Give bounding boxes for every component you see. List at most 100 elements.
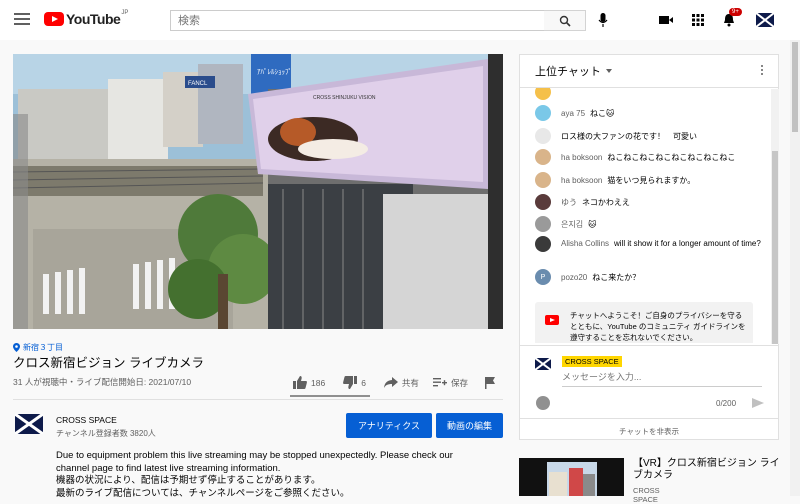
youtube-play-icon xyxy=(44,12,64,26)
scrollbar-thumb[interactable] xyxy=(792,42,798,132)
logo-text: YouTube xyxy=(66,11,121,27)
chat-text: ねこ🐱 xyxy=(590,109,615,118)
user-avatar[interactable] xyxy=(535,194,551,210)
youtube-logo-icon xyxy=(545,315,559,325)
store-sign-text: FANCL xyxy=(188,81,208,87)
user-avatar[interactable] xyxy=(535,216,551,232)
hide-chat-button[interactable]: チャットを非表示 xyxy=(520,418,778,437)
save-button[interactable]: 保存 xyxy=(432,377,468,389)
chat-author[interactable]: ha boksoon xyxy=(561,176,602,185)
user-avatar[interactable] xyxy=(535,105,551,121)
chat-composer: CROSS SPACE 0/200 チャットを非表示 xyxy=(520,345,778,440)
chat-text: ねこ来たか？ xyxy=(592,273,641,282)
chat-scrollbar[interactable] xyxy=(771,89,779,344)
channel-name[interactable]: CROSS SPACE xyxy=(56,415,117,425)
building-sign-text: ｱﾊﾟﾚﾙｼｮｯﾌﾟ xyxy=(257,68,292,76)
chat-author[interactable]: ゆう xyxy=(561,198,577,207)
chat-message-input[interactable] xyxy=(562,372,762,382)
screen-caption: CROSS SHINJUKU VISION xyxy=(313,95,376,101)
chat-welcome-message: チャットへようこそ！ご自身のプライバシーを守るとともに、YouTube のコミュ… xyxy=(535,302,753,343)
logo-region: JP xyxy=(121,10,129,16)
scrollbar-thumb[interactable] xyxy=(772,151,778,344)
chat-messages: aya 75 ねこ🐱 ロス様の大ファンの花です！ 可愛い ha boksoon ねこ… xyxy=(520,88,770,343)
chat-author[interactable]: ha boksoon xyxy=(561,153,602,162)
share-label: 共有 xyxy=(401,377,419,388)
chat-text: ロス様の大ファンの花です！ 可愛い xyxy=(561,132,697,141)
chat-text: 🐱 xyxy=(588,220,597,229)
video-player[interactable]: ｱﾊﾟﾚﾙｼｮｯﾌﾟ FANCL CROSS SHINJUKU VISION xyxy=(13,54,503,329)
chat-text: will it show it for a longer amount of t… xyxy=(614,239,761,248)
location-pin-icon xyxy=(13,343,20,352)
user-avatar[interactable] xyxy=(535,128,551,144)
dislike-button[interactable]: 6 xyxy=(343,376,366,389)
video-actions: 186 6 共有 保存 xyxy=(293,376,496,389)
emoji-picker-icon[interactable] xyxy=(536,396,550,410)
user-avatar[interactable] xyxy=(535,236,551,252)
chat-header: 上位チャット xyxy=(520,55,778,88)
chat-message: ロス様の大ファンの花です！ 可愛い xyxy=(535,128,770,144)
welcome-text: チャットへようこそ！ご自身のプライバシーを守るとともに、YouTube のコミュ… xyxy=(570,311,746,342)
youtube-logo[interactable]: YouTube JP xyxy=(44,10,129,27)
thumbs-up-icon xyxy=(293,376,307,389)
share-icon xyxy=(383,377,398,388)
search-input[interactable] xyxy=(171,11,544,31)
dropdown-caret-icon[interactable] xyxy=(605,69,612,73)
account-avatar[interactable] xyxy=(756,13,774,27)
video-title: クロス新宿ビジョン ライブカメラ xyxy=(13,356,204,370)
chat-message: ゆう ネコかわええ xyxy=(535,194,770,210)
report-flag-icon[interactable] xyxy=(484,376,496,389)
chat-message: aya 75 ねこ🐱 xyxy=(535,105,770,121)
dislike-count: 6 xyxy=(361,377,366,388)
live-camera-frame: ｱﾊﾟﾚﾙｼｮｯﾌﾟ FANCL CROSS SHINJUKU VISION xyxy=(13,54,503,329)
video-description: Due to equipment problem this live strea… xyxy=(56,450,466,500)
save-label: 保存 xyxy=(450,377,468,388)
chat-mode-dropdown[interactable]: 上位チャット xyxy=(535,63,601,79)
chat-text: 猫をいつ見られますか。 xyxy=(607,176,696,185)
notification-badge: 9+ xyxy=(729,8,742,16)
search-box xyxy=(170,10,545,31)
recommended-channel[interactable]: CROSS SPACE xyxy=(633,486,660,504)
description-line: Due to equipment problem this live strea… xyxy=(56,450,453,461)
thumbs-down-icon xyxy=(343,376,358,389)
edit-video-button[interactable]: 動画の編集 xyxy=(436,413,503,438)
chat-message: ha boksoon ねこねこねこねこねこねこねこねこ xyxy=(535,149,770,165)
page-scrollbar[interactable] xyxy=(790,40,800,496)
user-avatar xyxy=(535,358,551,370)
user-avatar xyxy=(535,88,551,100)
top-bar: YouTube JP 9+ xyxy=(0,0,800,40)
hamburger-menu-icon[interactable] xyxy=(14,13,30,27)
video-meta: 31 人が視聴中・ライブ配信開始日: 2021/07/10 xyxy=(13,377,192,387)
chat-text: ねこねこねこねこねこねこねこねこ xyxy=(607,153,736,162)
subscriber-count: チャンネル登録者数 3820人 xyxy=(56,429,156,438)
search-icon xyxy=(559,15,571,27)
chat-author[interactable]: aya 75 xyxy=(561,109,585,118)
description-line: 最新のライブ配信については、チャンネルページをご参照ください。 xyxy=(56,487,350,499)
chat-message: P pozo20 ねこ来たか？ xyxy=(535,269,770,285)
send-icon[interactable] xyxy=(752,398,764,408)
share-button[interactable]: 共有 xyxy=(383,377,419,389)
search-button[interactable] xyxy=(544,10,586,31)
video-thumbnail[interactable] xyxy=(519,458,624,496)
chat-text: ネコかわええ xyxy=(582,198,630,207)
analytics-button[interactable]: アナリティクス xyxy=(346,413,432,438)
chat-message: 은지김 🐱 xyxy=(535,216,770,232)
like-ratio-bar xyxy=(290,395,370,397)
chat-author[interactable]: 은지김 xyxy=(561,220,583,229)
microphone-icon[interactable] xyxy=(598,13,608,28)
create-video-icon[interactable] xyxy=(658,12,674,28)
user-avatar[interactable]: P xyxy=(535,269,551,285)
apps-grid-icon[interactable] xyxy=(690,12,706,28)
like-button[interactable]: 186 xyxy=(293,376,325,389)
divider xyxy=(13,399,503,400)
user-avatar[interactable] xyxy=(535,172,551,188)
more-options-icon[interactable] xyxy=(761,65,764,77)
chat-author[interactable]: Alisha Collins xyxy=(561,239,609,248)
channel-avatar[interactable] xyxy=(15,414,43,434)
chat-author[interactable]: pozo20 xyxy=(561,273,587,282)
recommended-title[interactable]: 【VR】クロス新宿ビジョン ライブカメラ xyxy=(633,458,783,482)
input-underline xyxy=(562,386,762,387)
user-avatar[interactable] xyxy=(535,149,551,165)
character-count: 0/200 xyxy=(716,399,737,408)
live-chat-panel: 上位チャット aya 75 ねこ🐱 ロス様の大ファンの花です！ 可愛い ha bo… xyxy=(519,54,779,440)
description-line: 機器の状況により、配信は予期せず停止することがあります。 xyxy=(56,475,321,486)
